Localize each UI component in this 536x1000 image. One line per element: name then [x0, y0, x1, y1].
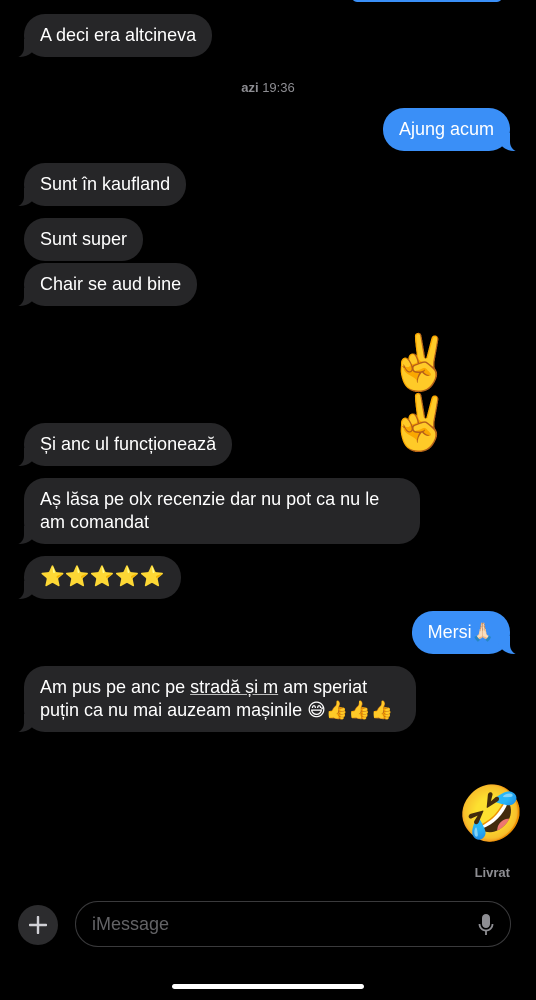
message-outgoing[interactable]: Mersi🙏🏻	[411, 611, 521, 655]
message-outgoing-emoji[interactable]: ✌️ ✌️	[386, 333, 536, 453]
timestamp: azi 19:36	[0, 80, 536, 95]
previous-outgoing-bubble	[352, 0, 502, 2]
message-text: Sunt în kaufland	[40, 174, 171, 194]
victory-hand-emoji-icon: ✌️ ✌️	[386, 331, 454, 454]
message-text: Aș lăsa pe olx recenzie dar nu pot ca nu…	[40, 489, 380, 532]
message-incoming[interactable]: Și anc ul funcționează	[13, 423, 233, 467]
message-text: Sunt super	[40, 229, 128, 249]
detected-link[interactable]: stradă și m	[190, 677, 278, 697]
message-incoming[interactable]: Sunt în kaufland	[13, 163, 187, 207]
message-outgoing-emoji[interactable]: 😘 🤣	[384, 784, 525, 844]
imessage-input[interactable]: iMessage	[75, 901, 511, 947]
timestamp-time: 19:36	[262, 80, 295, 95]
message-text: A deci era altcineva	[40, 25, 197, 45]
home-indicator[interactable]	[172, 984, 364, 989]
message-incoming[interactable]: ⭐⭐⭐⭐⭐	[14, 556, 181, 600]
message-incoming[interactable]: A deci era altcineva	[13, 14, 213, 58]
message-incoming[interactable]: Aș lăsa pe olx recenzie dar nu pot ca nu…	[14, 478, 420, 545]
message-text: Chair se aud bine	[40, 274, 182, 294]
plus-button[interactable]	[18, 905, 58, 945]
timestamp-day: azi	[241, 80, 259, 95]
messages-screen: A deci era altcineva azi 19:36 Ajung acu…	[0, 0, 536, 1000]
plus-icon	[29, 916, 47, 934]
message-text: Și anc ul funcționează	[40, 434, 217, 454]
star-emoji-icon: ⭐⭐⭐⭐⭐	[40, 566, 165, 588]
message-text: Mersi🙏🏻	[427, 622, 494, 642]
message-text-before: Am pus pe anc pe	[40, 677, 191, 697]
message-text: Ajung acum	[398, 119, 494, 139]
message-incoming[interactable]: Chair se aud bine	[13, 263, 198, 307]
message-incoming[interactable]: Sunt super	[24, 218, 144, 261]
microphone-icon[interactable]	[478, 913, 494, 937]
input-placeholder: iMessage	[92, 914, 170, 934]
message-incoming[interactable]: Am pus pe anc pe stradă și m am speriat …	[14, 666, 416, 733]
kiss-and-laugh-emoji-icon: 😘 🤣	[384, 782, 525, 845]
message-outgoing[interactable]: Ajung acum	[382, 108, 521, 152]
delivered-status: Livrat	[474, 865, 510, 880]
